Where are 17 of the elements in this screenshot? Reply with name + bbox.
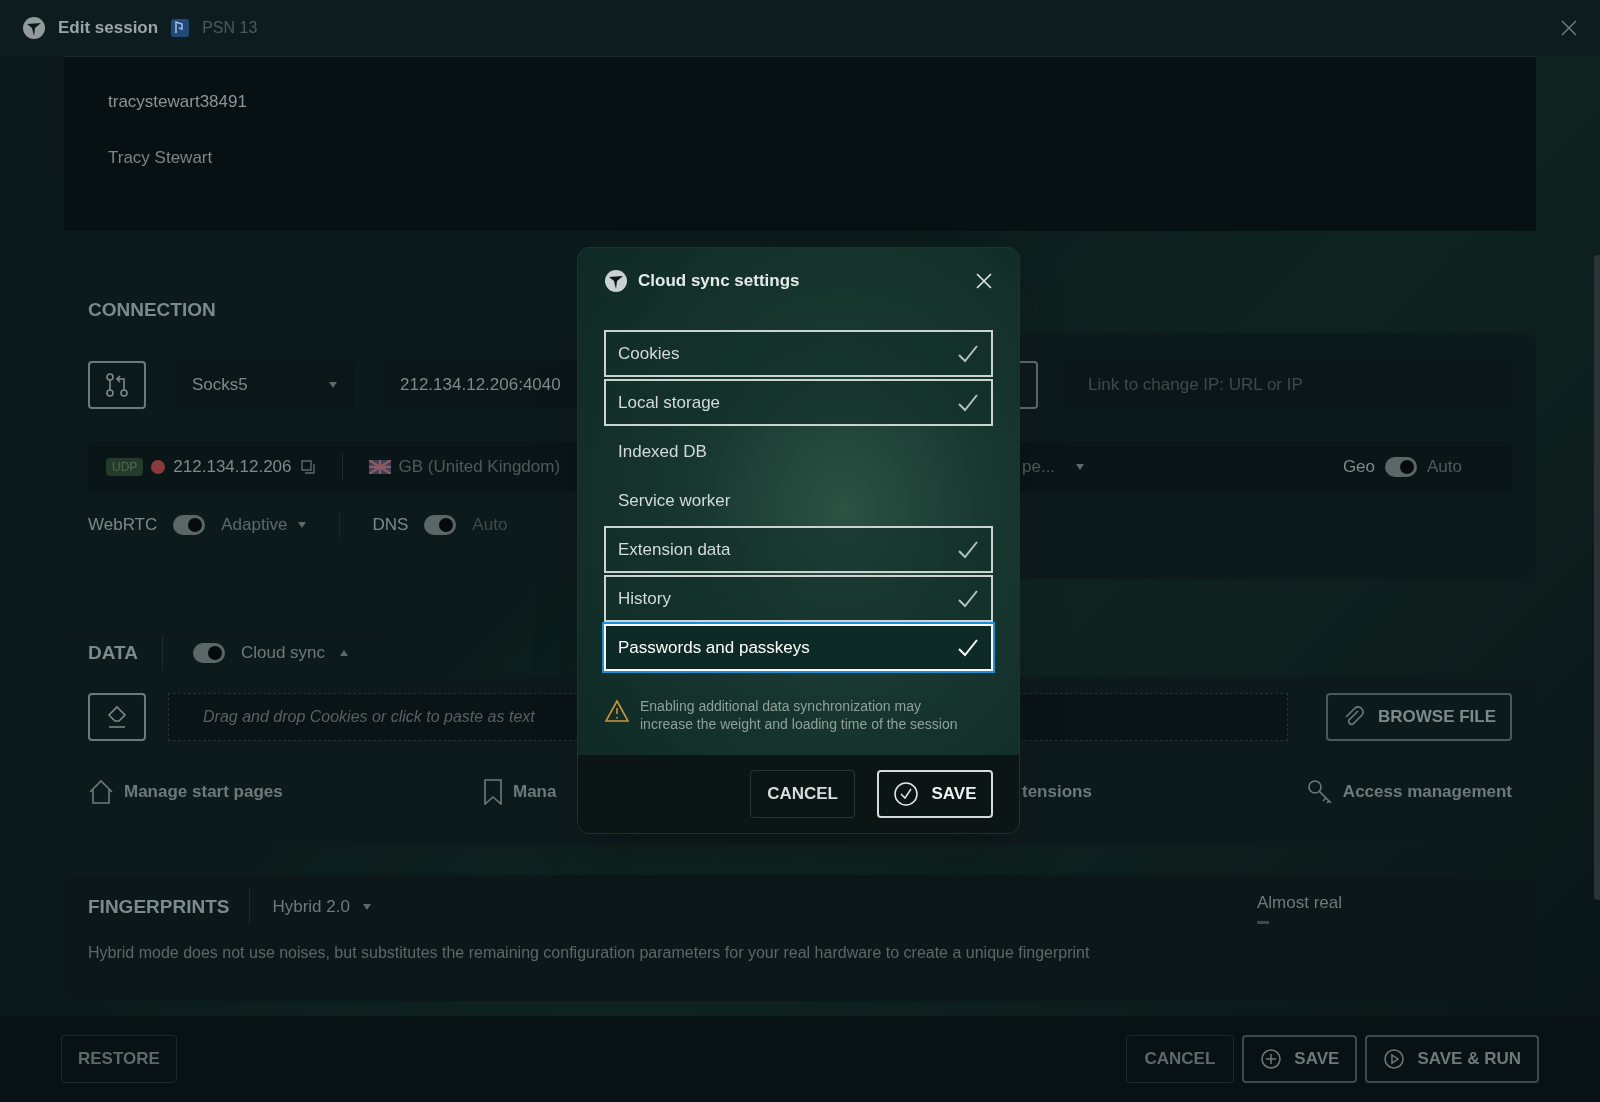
fingerprint-description: Hybrid mode does not use noises, but substitutes the remaining configuration parameters for your real hardware to create a unique fingerprint — [88, 943, 1091, 963]
ip-text: 212.134.12.206 — [173, 456, 292, 479]
profile-name: PSN 13 — [202, 18, 258, 38]
name-text: Tracy Stewart — [108, 146, 214, 169]
section-title: DATA — [88, 640, 138, 665]
warning-text: Enabling additional data synchronization may increase the weight and loading time of the session — [640, 697, 959, 733]
geo-value: Auto — [1427, 456, 1462, 479]
dns-label: DNS — [372, 514, 409, 537]
section-title: FINGERPRINTS — [88, 894, 230, 919]
realism-label: Almost real — [1256, 891, 1342, 914]
dialog-title: Cloud sync settings — [638, 270, 800, 293]
window-title: Edit session — [58, 17, 159, 40]
webrtc-label: WebRTC — [88, 514, 158, 537]
section-title: CONNECTION — [88, 297, 216, 322]
country-text: GB (United Kingdom) — [398, 456, 561, 479]
geo-label: Geo — [1342, 456, 1375, 479]
login-text: tracystewart38491 — [108, 91, 248, 113]
